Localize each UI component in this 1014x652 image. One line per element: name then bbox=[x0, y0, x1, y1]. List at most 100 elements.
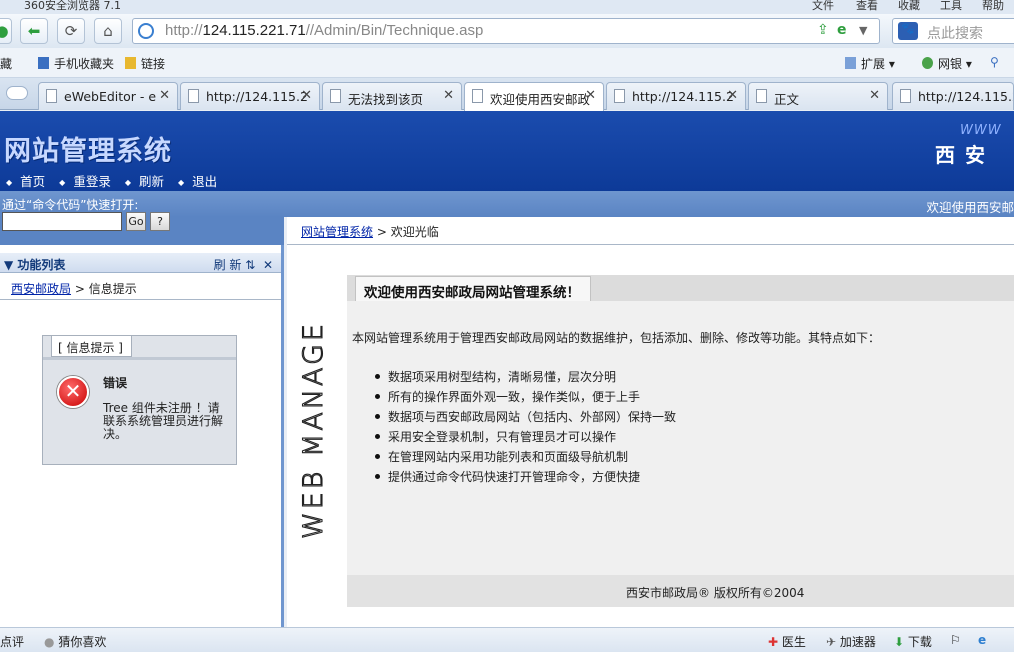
help-button[interactable]: ? bbox=[150, 212, 170, 231]
flag-icon[interactable]: ⚐ bbox=[950, 633, 961, 647]
nav-home[interactable]: ◆ 首页 bbox=[6, 171, 45, 189]
refresh-link[interactable]: 刷 新 bbox=[214, 258, 242, 272]
list-item: 在管理网站内采用功能列表和页面级导航机制 bbox=[375, 448, 676, 468]
close-icon[interactable]: ✕ bbox=[301, 88, 312, 103]
status-review[interactable]: 点评 bbox=[0, 633, 24, 650]
error-title: 错误 bbox=[103, 376, 128, 390]
site-header: 网站管理系统 WWW 西安 ◆ 首页 ◆ 重登录 ◆ 刷新 ◆ 退出 bbox=[0, 111, 1014, 191]
rocket-icon: ✈ bbox=[826, 635, 837, 649]
feature-text: 提供通过命令代码快速打开管理命令，方便快捷 bbox=[388, 470, 641, 484]
close-icon[interactable]: ✕ bbox=[869, 88, 880, 103]
refresh-icon: ⟳ bbox=[64, 22, 78, 40]
baidu-paw-icon[interactable]: 🐾 bbox=[898, 22, 918, 40]
tab-not-found[interactable]: 无法找到该页 ✕ bbox=[322, 82, 462, 110]
tab-http-3[interactable]: http://124.115.2 bbox=[892, 82, 1014, 110]
menu-help[interactable]: 帮助 bbox=[982, 0, 1004, 13]
tab-label: http://124.115.2 bbox=[632, 89, 734, 104]
fav-links[interactable]: 链接 bbox=[125, 55, 165, 72]
bank-button[interactable]: 网银 ▾ bbox=[922, 55, 972, 72]
ie-mode-icon[interactable]: e bbox=[837, 22, 847, 38]
fav-mobile[interactable]: 手机收藏夹 bbox=[38, 55, 114, 72]
status-bar: 点评 ● 猜你喜欢 ✚ 医生 ✈ 加速器 ⬇ 下载 ⚐ e bbox=[0, 627, 1014, 652]
magnifier-icon[interactable]: ⚲ bbox=[990, 55, 999, 69]
diamond-icon: ◆ bbox=[124, 178, 131, 187]
breadcrumb-link-xian-post[interactable]: 西安邮政局 bbox=[11, 282, 71, 296]
ie-icon[interactable]: e bbox=[978, 633, 986, 647]
share-icon[interactable]: ⇪ bbox=[817, 22, 829, 38]
menu-tools[interactable]: 工具 bbox=[940, 0, 962, 13]
menu-favorites[interactable]: 收藏 bbox=[898, 0, 920, 13]
browser-logo-icon[interactable]: ● bbox=[0, 18, 12, 44]
tab-label: 无法找到该页 bbox=[348, 92, 424, 107]
brand-www: WWW bbox=[960, 123, 1002, 138]
tab-label: eWebEditor - e bbox=[64, 89, 157, 104]
content-title: 欢迎使用西安邮政局网站管理系统！ bbox=[355, 276, 591, 301]
refresh-button[interactable]: ⟳ bbox=[57, 18, 85, 44]
search-placeholder: 点此搜索 bbox=[927, 26, 983, 42]
accelerator-label: 加速器 bbox=[839, 635, 876, 649]
tab-body-text[interactable]: 正文 ✕ bbox=[748, 82, 888, 110]
bank-label: 网银 bbox=[938, 57, 963, 71]
feature-text: 所有的操作界面外观一致，操作类似，便于上手 bbox=[388, 390, 641, 404]
diamond-icon: ◆ bbox=[6, 178, 13, 187]
list-item: 提供通过命令代码快速打开管理命令，方便快捷 bbox=[375, 468, 676, 488]
home-icon: ⌂ bbox=[103, 22, 113, 40]
feature-text: 采用安全登录机制，只有管理员才可以操作 bbox=[388, 430, 617, 444]
back-arrow-icon: ⬅ bbox=[27, 22, 41, 40]
url-prefix: http:// bbox=[165, 22, 203, 39]
nav-logout[interactable]: ◆ 退出 bbox=[178, 171, 217, 189]
brand-name: 西安 bbox=[935, 143, 995, 167]
tab-http-2[interactable]: http://124.115.2 ✕ bbox=[606, 82, 746, 110]
tab-label: http://124.115.2 bbox=[918, 89, 1014, 104]
close-icon[interactable]: ✕ bbox=[727, 88, 738, 103]
collapse-arrow-icon: ▼ bbox=[4, 258, 14, 272]
status-doctor[interactable]: ✚ 医生 bbox=[768, 633, 806, 650]
address-bar[interactable]: http://124.115.221.71//Admin/Bin/Techniq… bbox=[132, 18, 880, 44]
guess-like-label: 猜你喜欢 bbox=[58, 635, 107, 649]
back-button[interactable]: ⬅ bbox=[20, 18, 48, 44]
diamond-icon: ◆ bbox=[178, 178, 185, 187]
close-icon[interactable]: ✕ bbox=[443, 88, 454, 103]
go-button[interactable]: Go bbox=[126, 212, 146, 231]
search-box[interactable]: 🐾 点此搜索 bbox=[892, 18, 1014, 44]
browser-title-bar: 360安全浏览器 7.1 文件 查看 收藏 工具 帮助 bbox=[0, 0, 1014, 14]
divider bbox=[287, 244, 1014, 245]
left-breadcrumb: 西安邮政局 > 信息提示 bbox=[11, 280, 137, 297]
info-box-tab: [ 信息提示 ] bbox=[51, 336, 132, 357]
sync-icon[interactable]: ⇅ bbox=[245, 258, 255, 272]
cloud-icon[interactable] bbox=[6, 86, 28, 100]
nav-refresh-label: 刷新 bbox=[139, 174, 165, 189]
menu-view[interactable]: 查看 bbox=[856, 0, 878, 13]
extensions-button[interactable]: 扩展 ▾ bbox=[845, 55, 895, 72]
tab-welcome[interactable]: 欢迎使用西安邮政 ✕ bbox=[464, 82, 604, 111]
close-icon[interactable]: ✕ bbox=[159, 88, 170, 103]
command-input[interactable] bbox=[2, 212, 122, 231]
menu-file[interactable]: 文件 bbox=[812, 0, 834, 13]
favorites-menu[interactable]: 藏 bbox=[0, 55, 12, 72]
download-icon: ⬇ bbox=[894, 635, 905, 649]
status-guess-like[interactable]: ● 猜你喜欢 bbox=[44, 633, 106, 650]
welcome-content: 欢迎使用西安邮政局网站管理系统！ 本网站管理系统用于管理西安邮政局网站的数据维护… bbox=[347, 275, 1014, 607]
fav-links-label: 链接 bbox=[141, 57, 166, 71]
main-panel: 网站管理系统 > 欢迎光临 WEB MANAGE 欢迎使用西安邮政局网站管理系统… bbox=[287, 217, 1014, 627]
page-icon bbox=[614, 89, 625, 103]
diamond-icon: ◆ bbox=[59, 178, 66, 187]
address-url[interactable]: http://124.115.221.71//Admin/Bin/Techniq… bbox=[165, 22, 483, 39]
tab-http-1[interactable]: http://124.115.2 ✕ bbox=[180, 82, 320, 110]
nav-refresh[interactable]: ◆ 刷新 bbox=[125, 171, 164, 189]
page-icon bbox=[330, 89, 341, 103]
status-download[interactable]: ⬇ 下载 bbox=[894, 633, 932, 650]
close-icon[interactable]: ✕ bbox=[263, 258, 273, 272]
welcome-text: 欢迎使用西安邮 bbox=[926, 200, 1014, 215]
address-dropdown-icon[interactable]: ▼ bbox=[859, 24, 867, 37]
close-icon[interactable]: ✕ bbox=[585, 88, 596, 103]
home-button[interactable]: ⌂ bbox=[94, 18, 122, 44]
extensions-icon bbox=[845, 57, 856, 69]
function-list-tools: 刷 新 ⇅ ✕ bbox=[214, 256, 273, 273]
tab-ewebeditor[interactable]: eWebEditor - e ✕ bbox=[38, 82, 178, 110]
function-list-title[interactable]: ▼ 功能列表 bbox=[4, 256, 65, 273]
breadcrumb-current: > 信息提示 bbox=[71, 282, 137, 296]
status-accelerator[interactable]: ✈ 加速器 bbox=[826, 633, 876, 650]
command-label: 通过“命令代码”快速打开: bbox=[2, 198, 139, 212]
nav-relogin[interactable]: ◆ 重登录 bbox=[59, 171, 111, 189]
